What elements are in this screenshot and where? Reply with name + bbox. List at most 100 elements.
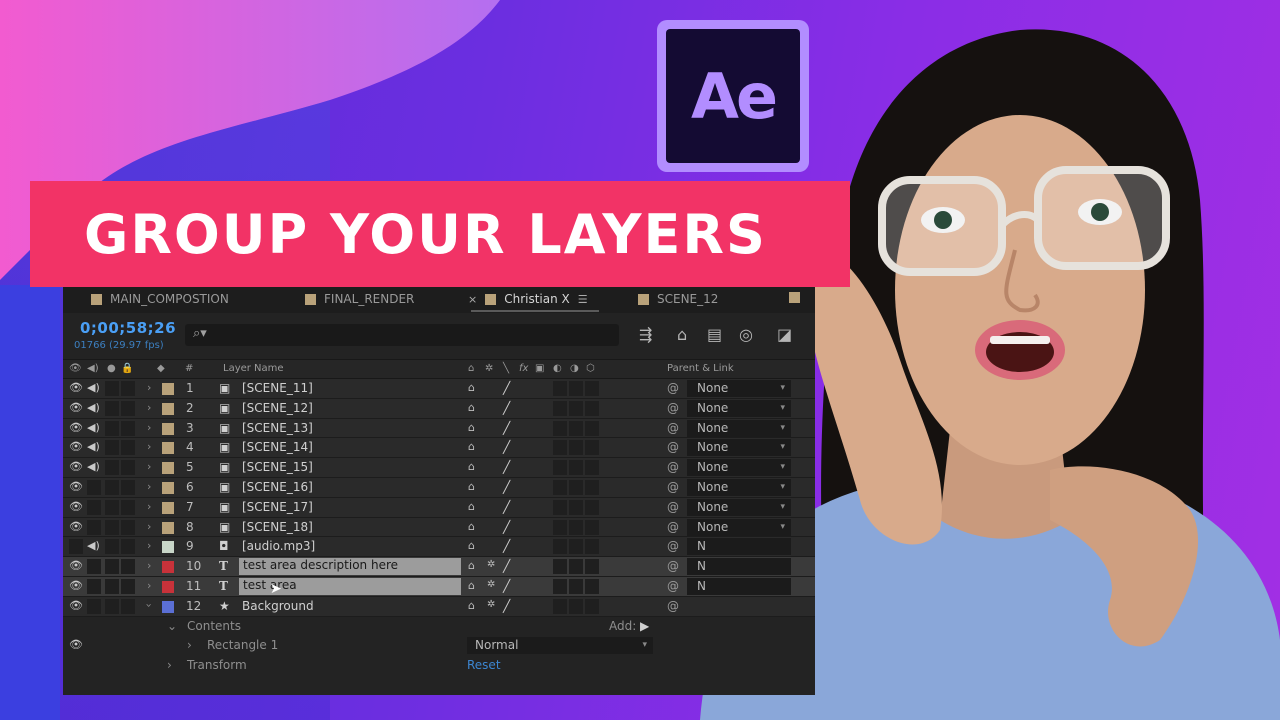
solo-switch[interactable] — [105, 499, 119, 515]
solo-switch[interactable] — [105, 420, 119, 436]
layer-name[interactable]: [SCENE_18] — [242, 520, 313, 534]
parent-select[interactable]: None ▾ — [687, 380, 791, 397]
eye-icon[interactable]: 👁 — [69, 638, 83, 651]
layer-switches[interactable] — [553, 381, 599, 396]
solo-switch[interactable] — [105, 400, 119, 416]
label-color[interactable] — [162, 600, 174, 613]
solo-switch[interactable] — [105, 598, 119, 614]
label-color[interactable] — [162, 481, 174, 494]
video-switch[interactable] — [69, 539, 83, 555]
frame-blending-icon[interactable]: ▤ — [707, 325, 722, 344]
eye-icon[interactable]: 👁 — [69, 559, 83, 572]
solo-switch[interactable] — [105, 460, 119, 476]
quality-switch-icon[interactable]: ╱ — [503, 381, 510, 395]
eye-icon[interactable]: 👁 — [69, 440, 83, 453]
lock-switch[interactable] — [121, 598, 135, 614]
shy-switch-icon[interactable]: ⌂ — [468, 421, 475, 434]
pickwhip-icon[interactable]: @ — [667, 500, 679, 514]
audio-switch[interactable] — [87, 578, 101, 594]
contents-group[interactable]: ⌄ Contents Add: ▶ — [63, 616, 815, 637]
layer-row[interactable]: 👁 ◀) › 5 ▣ [SCENE_15] ⌂ ╱ @ None ▾ — [63, 458, 815, 478]
chevron-right-icon[interactable]: › — [147, 440, 151, 453]
solo-switch[interactable] — [105, 578, 119, 594]
pickwhip-icon[interactable]: @ — [667, 460, 679, 474]
solo-switch[interactable] — [105, 519, 119, 535]
shy-switch-icon[interactable]: ⌂ — [468, 520, 475, 533]
pickwhip-icon[interactable]: @ — [667, 421, 679, 435]
quality-switch-icon[interactable]: ╱ — [503, 460, 510, 474]
solo-switch[interactable] — [105, 440, 119, 456]
tab-christian-x[interactable]: × Christian X ☰ — [468, 292, 588, 306]
tab-menu-icon[interactable]: ☰ — [578, 293, 588, 306]
solo-switch[interactable] — [105, 539, 119, 555]
audio-switch[interactable] — [87, 519, 101, 535]
quality-switch-icon[interactable]: ╱ — [503, 421, 510, 435]
solo-switch[interactable] — [105, 381, 119, 396]
chevron-right-icon[interactable]: › — [147, 500, 151, 513]
chevron-right-icon[interactable]: › — [147, 559, 151, 572]
parent-select[interactable]: None ▾ — [687, 439, 791, 457]
label-color[interactable] — [162, 383, 174, 395]
quality-switch-icon[interactable]: ╱ — [503, 559, 510, 573]
chevron-right-icon[interactable]: › — [147, 480, 151, 493]
shy-switch-icon[interactable]: ⌂ — [468, 579, 475, 592]
layer-row[interactable]: 👁 ◀) › 2 ▣ [SCENE_12] ⌂ ╱ @ None ▾ — [63, 398, 815, 419]
layer-row[interactable]: 👁 ◀) › 1 ▣ [SCENE_11] ⌂ ╱ @ None ▾ — [63, 379, 815, 399]
quality-switch-icon[interactable]: ╱ — [503, 401, 510, 415]
pickwhip-icon[interactable]: @ — [667, 539, 679, 553]
audio-switch[interactable] — [87, 559, 101, 575]
parent-select[interactable]: N — [687, 538, 791, 556]
quality-switch-icon[interactable]: ╱ — [503, 599, 510, 613]
tab-overflow[interactable] — [789, 292, 800, 303]
tab-final-render[interactable]: FINAL_RENDER — [305, 292, 414, 306]
collapse-switch-icon[interactable]: ✲ — [487, 579, 495, 590]
layer-row[interactable]: ◀) › 9 ◘ [audio.mp3] ⌂ ╱ @ N — [63, 537, 815, 558]
parent-select[interactable]: None ▾ — [687, 419, 791, 437]
pickwhip-icon[interactable]: @ — [667, 480, 679, 494]
lock-switch[interactable] — [121, 539, 135, 555]
layer-switches[interactable] — [553, 539, 599, 555]
label-color[interactable] — [162, 521, 174, 534]
shy-switch-icon[interactable]: ⌂ — [468, 559, 475, 572]
label-color[interactable] — [162, 422, 174, 435]
pickwhip-icon[interactable]: @ — [667, 440, 679, 454]
chevron-right-icon[interactable]: › — [147, 539, 151, 552]
layer-name[interactable]: [SCENE_11] — [242, 381, 313, 395]
label-color[interactable] — [162, 541, 174, 554]
pickwhip-icon[interactable]: @ — [667, 401, 679, 415]
speaker-icon[interactable]: ◀) — [87, 539, 100, 552]
parent-select[interactable]: N — [687, 558, 791, 576]
speaker-icon[interactable]: ◀) — [87, 421, 100, 434]
lock-switch[interactable] — [121, 499, 135, 515]
layer-name[interactable]: [SCENE_15] — [242, 460, 313, 474]
quality-switch-icon[interactable]: ╱ — [503, 440, 510, 454]
layer-switches[interactable] — [553, 578, 599, 594]
layer-name[interactable]: [audio.mp3] — [242, 539, 315, 553]
lock-switch[interactable] — [121, 420, 135, 436]
parent-select[interactable]: None ▾ — [687, 478, 791, 496]
chevron-right-icon[interactable]: › — [147, 381, 151, 394]
reset-link[interactable]: Reset — [467, 658, 501, 672]
layer-switches[interactable] — [553, 460, 599, 476]
lock-switch[interactable] — [121, 479, 135, 495]
layer-row[interactable]: 👁 › 6 ▣ [SCENE_16] ⌂ ╱ @ None ▾ — [63, 477, 815, 498]
layer-row[interactable]: 👁 › 8 ▣ [SCENE_18] ⌂ ╱ @ None ▾ — [63, 517, 815, 538]
chevron-right-icon[interactable]: › — [167, 658, 172, 672]
transform-group[interactable]: › Transform Reset — [63, 656, 815, 676]
label-color[interactable] — [162, 402, 174, 415]
shy-switch-icon[interactable]: ⌂ — [468, 460, 475, 473]
composition-flowchart-icon[interactable]: ⇶ — [639, 325, 652, 344]
layer-name[interactable]: [SCENE_12] — [242, 401, 313, 415]
label-color[interactable] — [162, 501, 174, 514]
layer-row-selected[interactable]: 👁 › 10 T test area description here ⌂ ✲ … — [63, 557, 815, 577]
eye-icon[interactable]: 👁 — [69, 401, 83, 414]
chevron-down-icon[interactable]: › — [143, 603, 156, 607]
solo-switch[interactable] — [105, 479, 119, 495]
lock-switch[interactable] — [121, 400, 135, 416]
layer-name[interactable]: [SCENE_17] — [242, 500, 313, 514]
label-color[interactable] — [162, 462, 174, 475]
eye-icon[interactable]: 👁 — [69, 520, 83, 533]
layer-name[interactable]: [SCENE_16] — [242, 480, 313, 494]
eye-icon[interactable]: 👁 — [69, 421, 83, 434]
parent-select[interactable]: None ▾ — [687, 399, 791, 417]
